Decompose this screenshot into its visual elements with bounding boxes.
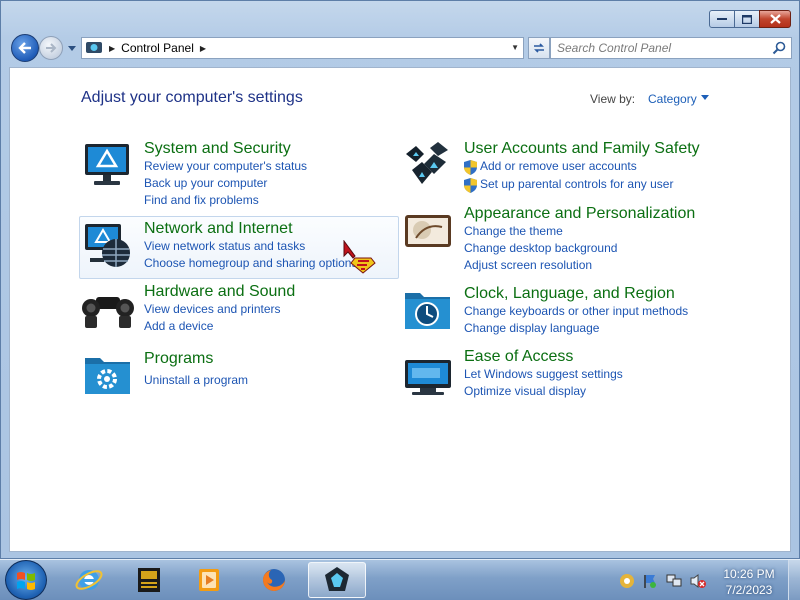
- ease-of-access-icon: [405, 360, 451, 395]
- taskbar: 10:26 PM 7/2/2023: [0, 559, 800, 600]
- hardware-sound-icon: [82, 297, 134, 328]
- control-panel-window: ▶ Control Panel ▶ ▼ Adjust your computer…: [0, 0, 800, 559]
- close-icon: [769, 14, 781, 24]
- link-find-fix[interactable]: Find and fix problems: [144, 193, 259, 207]
- link-add-remove-users[interactable]: Add or remove user accounts: [480, 159, 637, 173]
- mouse-cursor-icon: [343, 240, 376, 274]
- category-title[interactable]: System and Security: [144, 140, 291, 158]
- media-player-icon: [199, 569, 219, 591]
- view-by-dropdown[interactable]: Category: [648, 92, 697, 106]
- category-title[interactable]: User Accounts and Family Safety: [464, 140, 700, 158]
- user-accounts-icon: [406, 142, 448, 184]
- maximize-button[interactable]: [734, 10, 760, 28]
- uac-shield-icon: [464, 160, 477, 175]
- taskbar-media-player[interactable]: [180, 562, 238, 598]
- taskbar-internet-explorer[interactable]: [60, 562, 118, 598]
- breadcrumb-chevron-icon[interactable]: ▶: [200, 44, 206, 53]
- volume-muted-icon[interactable]: [690, 573, 706, 589]
- link-display-language[interactable]: Change display language: [464, 321, 599, 335]
- close-button[interactable]: [759, 10, 791, 28]
- link-parental-controls[interactable]: Set up parental controls for any user: [480, 177, 673, 191]
- arrow-left-icon: [18, 42, 31, 54]
- minimize-icon: [717, 18, 727, 20]
- category-user-accounts: User Accounts and Family Safety Add or r…: [402, 140, 702, 196]
- link-screen-resolution[interactable]: Adjust screen resolution: [464, 258, 592, 272]
- taskbar-library[interactable]: [120, 562, 178, 598]
- address-bar[interactable]: ▶ Control Panel ▶ ▼: [81, 37, 524, 59]
- link-change-theme[interactable]: Change the theme: [464, 224, 563, 238]
- link-suggest-settings[interactable]: Let Windows suggest settings: [464, 367, 623, 381]
- navigation-bar: ▶ Control Panel ▶ ▼: [9, 33, 792, 63]
- clock-language-icon: [405, 293, 450, 329]
- page-title: Adjust your computer's settings: [81, 89, 303, 106]
- network-icon[interactable]: [666, 573, 682, 589]
- category-title[interactable]: Network and Internet: [144, 220, 293, 238]
- link-uninstall[interactable]: Uninstall a program: [144, 373, 248, 387]
- category-system-security: System and Security Review your computer…: [82, 140, 382, 207]
- back-button[interactable]: [11, 34, 39, 62]
- clock-date: 7/2/2023: [725, 583, 773, 597]
- chevron-down-icon: [68, 45, 76, 51]
- category-title[interactable]: Appearance and Personalization: [464, 205, 695, 223]
- arrow-right-icon: [46, 43, 57, 53]
- forward-button[interactable]: [39, 36, 63, 60]
- category-appearance: Appearance and Personalization Change th…: [402, 205, 702, 272]
- category-title[interactable]: Hardware and Sound: [144, 283, 295, 301]
- programs-icon: [85, 358, 130, 394]
- start-button[interactable]: [5, 560, 47, 600]
- link-review-status[interactable]: Review your computer's status: [144, 159, 307, 173]
- category-hardware-sound: Hardware and Sound View devices and prin…: [82, 283, 382, 339]
- address-dropdown-icon[interactable]: ▼: [511, 43, 519, 52]
- tray-app-icon[interactable]: [619, 573, 635, 589]
- category-ease-of-access: Ease of Access Let Windows suggest setti…: [402, 348, 702, 404]
- clock-time: 10:26 PM: [723, 567, 775, 581]
- minimize-button[interactable]: [709, 10, 735, 28]
- firefox-icon: [263, 569, 285, 591]
- control-panel-icon: [86, 42, 102, 53]
- link-optimize-visual[interactable]: Optimize visual display: [464, 384, 586, 398]
- network-internet-icon: [85, 224, 130, 267]
- link-add-device[interactable]: Add a device: [144, 319, 213, 333]
- link-keyboards[interactable]: Change keyboards or other input methods: [464, 304, 688, 318]
- control-panel-icon: [325, 567, 349, 591]
- link-devices-printers[interactable]: View devices and printers: [144, 302, 281, 316]
- taskbar-firefox[interactable]: [245, 562, 303, 598]
- category-programs: Programs Uninstall a program: [82, 350, 382, 400]
- system-clock[interactable]: 10:26 PM 7/2/2023: [714, 566, 784, 598]
- category-title[interactable]: Ease of Access: [464, 348, 573, 366]
- show-desktop-button[interactable]: [788, 560, 800, 600]
- taskbar-control-panel[interactable]: [308, 562, 366, 598]
- library-icon: [138, 568, 160, 592]
- breadcrumb-separator-icon: ▶: [109, 43, 116, 53]
- search-icon[interactable]: [772, 41, 786, 55]
- search-box[interactable]: [550, 37, 792, 59]
- internet-explorer-icon: [75, 570, 103, 590]
- action-center-flag-icon[interactable]: [642, 573, 658, 589]
- link-homegroup[interactable]: Choose homegroup and sharing options: [144, 256, 357, 270]
- search-input[interactable]: [557, 38, 767, 58]
- refresh-button[interactable]: [528, 37, 550, 59]
- appearance-icon: [405, 215, 451, 247]
- link-network-status[interactable]: View network status and tasks: [144, 239, 305, 253]
- refresh-icon: [534, 43, 544, 53]
- category-clock-language: Clock, Language, and Region Change keybo…: [402, 285, 702, 341]
- windows-logo-icon: [17, 572, 35, 590]
- link-back-up[interactable]: Back up your computer: [144, 176, 267, 190]
- maximize-icon: [742, 14, 752, 24]
- recent-pages-dropdown[interactable]: [67, 43, 77, 53]
- category-title[interactable]: Clock, Language, and Region: [464, 285, 675, 303]
- content-pane: Adjust your computer's settings View by:…: [9, 67, 791, 552]
- category-network-internet: Network and Internet View network status…: [82, 220, 382, 276]
- link-desktop-background[interactable]: Change desktop background: [464, 241, 617, 255]
- view-by-caret-icon[interactable]: [701, 95, 709, 100]
- category-title[interactable]: Programs: [144, 350, 213, 368]
- caption-buttons: [709, 10, 791, 28]
- view-by-label: View by:: [590, 92, 636, 106]
- system-security-icon: [85, 144, 129, 185]
- breadcrumb-control-panel[interactable]: Control Panel: [121, 41, 194, 55]
- uac-shield-icon: [464, 178, 477, 193]
